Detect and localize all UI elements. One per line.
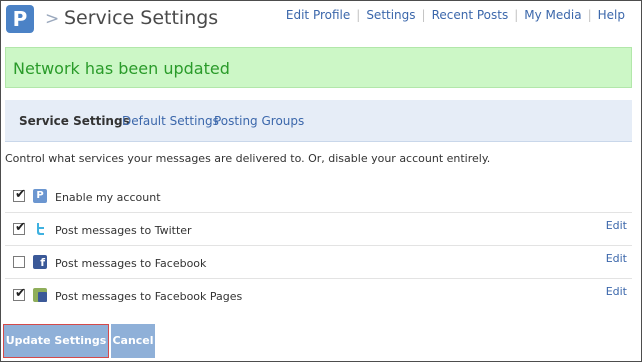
services-description: Control what services your messages are …	[5, 152, 491, 165]
nav-help[interactable]: Help	[592, 8, 631, 22]
facebook-checkbox[interactable]	[13, 256, 25, 268]
app-logo[interactable]: P	[6, 5, 34, 33]
cancel-button[interactable]: Cancel	[111, 324, 155, 358]
facebook-pages-checkbox[interactable]: ✔	[13, 286, 26, 301]
posterous-icon: P	[33, 189, 47, 203]
breadcrumb-separator: >	[45, 9, 60, 29]
page-title: Service Settings	[64, 7, 219, 29]
facebook-pages-icon	[33, 288, 47, 302]
update-settings-button[interactable]: Update Settings	[3, 324, 109, 358]
edit-twitter-link[interactable]: Edit	[606, 219, 627, 232]
checkmark-icon: ✔	[15, 187, 26, 202]
success-message: Network has been updated	[13, 59, 230, 78]
facebook-icon: f	[33, 255, 47, 269]
tab-posting-groups[interactable]: Posting Groups	[214, 114, 304, 128]
header: P > Service Settings Edit Profile | Sett…	[5, 2, 637, 36]
service-label: Post messages to Twitter	[55, 224, 192, 237]
service-label: Post messages to Facebook	[55, 257, 207, 270]
tab-service-settings[interactable]: Service Settings	[19, 114, 130, 128]
nav-my-media[interactable]: My Media	[518, 8, 587, 22]
service-row-facebook: f Post messages to Facebook Edit	[5, 246, 632, 279]
success-banner: Network has been updated	[5, 47, 632, 88]
service-row-twitter: ✔ Post messages to Twitter Edit	[5, 213, 632, 246]
twitter-icon	[33, 222, 47, 236]
nav-edit-profile[interactable]: Edit Profile	[280, 8, 356, 22]
service-row-facebook-pages: ✔ Post messages to Facebook Pages Edit	[5, 279, 632, 312]
twitter-checkbox[interactable]: ✔	[13, 220, 26, 235]
top-navigation: Edit Profile | Settings | Recent Posts |…	[280, 8, 631, 22]
service-label: Enable my account	[55, 191, 161, 204]
edit-facebook-link[interactable]: Edit	[606, 252, 627, 265]
services-list: ✔ P Enable my account ✔ Post messages to…	[5, 180, 632, 312]
nav-settings[interactable]: Settings	[360, 8, 421, 22]
settings-subtabs: Service Settings Default Settings Postin…	[5, 100, 632, 142]
edit-facebook-pages-link[interactable]: Edit	[606, 285, 627, 298]
service-label: Post messages to Facebook Pages	[55, 290, 243, 303]
checkmark-icon: ✔	[15, 220, 26, 235]
nav-recent-posts[interactable]: Recent Posts	[426, 8, 515, 22]
tab-default-settings[interactable]: Default Settings	[122, 114, 219, 128]
enable-account-checkbox[interactable]: ✔	[13, 187, 26, 202]
checkmark-icon: ✔	[15, 286, 26, 301]
service-row-account: ✔ P Enable my account	[5, 180, 632, 213]
